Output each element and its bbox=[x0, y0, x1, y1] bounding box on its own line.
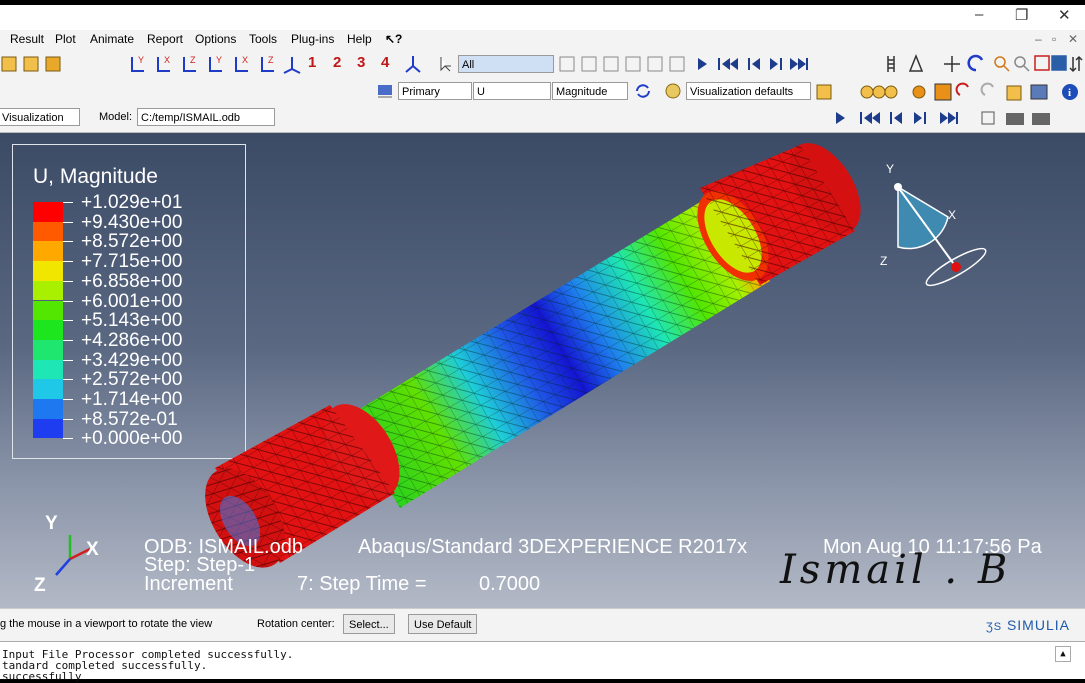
view-orientation-triad: Y X Z bbox=[880, 162, 987, 287]
menu-report[interactable]: Report bbox=[147, 32, 183, 46]
svg-text:Y: Y bbox=[138, 55, 144, 65]
rotation-center-label: Rotation center: bbox=[257, 618, 335, 630]
view-3-button[interactable]: 3 bbox=[357, 54, 365, 71]
view-manipulation-icons[interactable] bbox=[880, 53, 1085, 75]
triad-x-label: X bbox=[948, 208, 956, 222]
global-x-label: X bbox=[86, 539, 99, 560]
solver-version-text: Abaqus/Standard 3DEXPERIENCE R2017x bbox=[358, 536, 748, 558]
simulia-logo: ƷS SIMULIA bbox=[986, 617, 1070, 633]
author-signature: Ismail . B bbox=[780, 547, 1012, 593]
message-line: successfully bbox=[2, 670, 82, 683]
svg-text:X: X bbox=[242, 55, 248, 65]
triad-y-label: Y bbox=[886, 162, 894, 176]
message-area: Input File Processor completed successfu… bbox=[0, 641, 1085, 683]
increment-label: Increment bbox=[144, 573, 233, 595]
menu-bar: Result Plot Animate Report Options Tools… bbox=[0, 30, 1085, 50]
mdi-close[interactable]: ✕ bbox=[1068, 32, 1078, 46]
minimize-button[interactable]: – bbox=[975, 6, 983, 23]
toolbar-context: Visualization Model: C:/temp/ISMAIL.odb bbox=[0, 104, 1085, 133]
field-variable-value: U bbox=[477, 86, 485, 98]
pointer-icon[interactable] bbox=[437, 55, 457, 73]
output-position-select[interactable]: Primary bbox=[398, 82, 472, 100]
invariant-value: Magnitude bbox=[556, 86, 608, 98]
view-4-button[interactable]: 4 bbox=[381, 54, 389, 71]
ds-logo-icon: ƷS bbox=[986, 621, 1003, 633]
menu-result[interactable]: Result bbox=[10, 32, 44, 46]
svg-text:Z: Z bbox=[190, 55, 196, 65]
triad-z-label: Z bbox=[880, 254, 887, 268]
palette-icon[interactable] bbox=[662, 82, 684, 100]
selection-tools-icons[interactable] bbox=[558, 54, 688, 74]
close-button[interactable]: ✕ bbox=[1058, 6, 1071, 24]
coordinate-triad: Y X Z bbox=[34, 513, 99, 593]
svg-text:X: X bbox=[164, 55, 170, 65]
svg-text:Y: Y bbox=[216, 55, 222, 65]
output-position-value: Primary bbox=[402, 86, 440, 98]
svg-text:Z: Z bbox=[268, 55, 274, 65]
animation-controls-icons[interactable] bbox=[690, 55, 810, 73]
restore-button[interactable]: ❐ bbox=[1015, 6, 1028, 24]
global-y-label: Y bbox=[45, 513, 58, 534]
svg-text:i: i bbox=[1068, 87, 1071, 99]
sync-icon[interactable] bbox=[632, 82, 654, 100]
selection-filter-select[interactable]: All bbox=[458, 55, 554, 73]
step-time-value: 0.7000 bbox=[479, 573, 541, 595]
title-bar: – ❐ ✕ bbox=[0, 0, 1085, 30]
menu-tools[interactable]: Tools bbox=[249, 32, 277, 46]
toolbar-field-output: Primary U Magnitude Visualization defaul… bbox=[0, 78, 1085, 104]
top-edge bbox=[0, 0, 1085, 5]
menu-animate[interactable]: Animate bbox=[90, 32, 134, 46]
mdi-minimize[interactable]: – bbox=[1035, 32, 1042, 46]
selection-filter-value: All bbox=[462, 59, 475, 71]
display-options-icons[interactable]: i bbox=[815, 81, 1085, 103]
menu-plugins[interactable]: Plug-ins bbox=[291, 32, 334, 46]
prompt-area: g the mouse in a viewport to rotate the … bbox=[0, 608, 1085, 641]
view-orientation-icons[interactable]: YXZYXZ bbox=[128, 53, 308, 75]
model-select[interactable]: C:/temp/ISMAIL.odb bbox=[137, 108, 275, 126]
mdi-restore[interactable]: ▫ bbox=[1052, 32, 1056, 46]
model-value: C:/temp/ISMAIL.odb bbox=[141, 112, 241, 124]
color-code-select[interactable]: Visualization defaults bbox=[686, 82, 811, 100]
use-default-button[interactable]: Use Default bbox=[408, 614, 478, 634]
toolbar-view: Y X Z Y X Z 1 2 3 4 All bbox=[0, 50, 1085, 78]
menu-options[interactable]: Options bbox=[195, 32, 236, 46]
global-z-label: Z bbox=[34, 575, 46, 593]
select-button[interactable]: Select... bbox=[343, 614, 395, 634]
simulia-brand: SIMULIA bbox=[1006, 617, 1070, 633]
field-variable-select[interactable]: U bbox=[473, 82, 551, 100]
view-1-button[interactable]: 1 bbox=[308, 54, 316, 71]
module-value: Visualization bbox=[2, 112, 64, 124]
scroll-up-button[interactable]: ▲ bbox=[1055, 646, 1071, 662]
menu-help[interactable]: Help bbox=[347, 32, 372, 46]
menu-plot[interactable]: Plot bbox=[55, 32, 76, 46]
viewport[interactable]: U, Magnitude +1.029e+01 +9.430e+00 +8.572e… bbox=[0, 133, 1085, 608]
model-label: Model: bbox=[99, 111, 133, 123]
odb-animation-icons[interactable] bbox=[830, 109, 1070, 127]
prompt-text: g the mouse in a viewport to rotate the … bbox=[0, 618, 213, 630]
context-help-icon[interactable]: ↖? bbox=[385, 32, 402, 46]
invariant-select[interactable]: Magnitude bbox=[552, 82, 628, 100]
color-code-value: Visualization defaults bbox=[690, 86, 794, 98]
step-time-label: 7: Step Time = bbox=[297, 573, 427, 595]
render-style-icons[interactable] bbox=[0, 53, 70, 75]
view-2-button[interactable]: 2 bbox=[333, 54, 341, 71]
axis-view-icon[interactable] bbox=[402, 54, 424, 74]
step-frame-icon[interactable] bbox=[376, 82, 396, 100]
module-select[interactable]: Visualization bbox=[0, 108, 80, 126]
